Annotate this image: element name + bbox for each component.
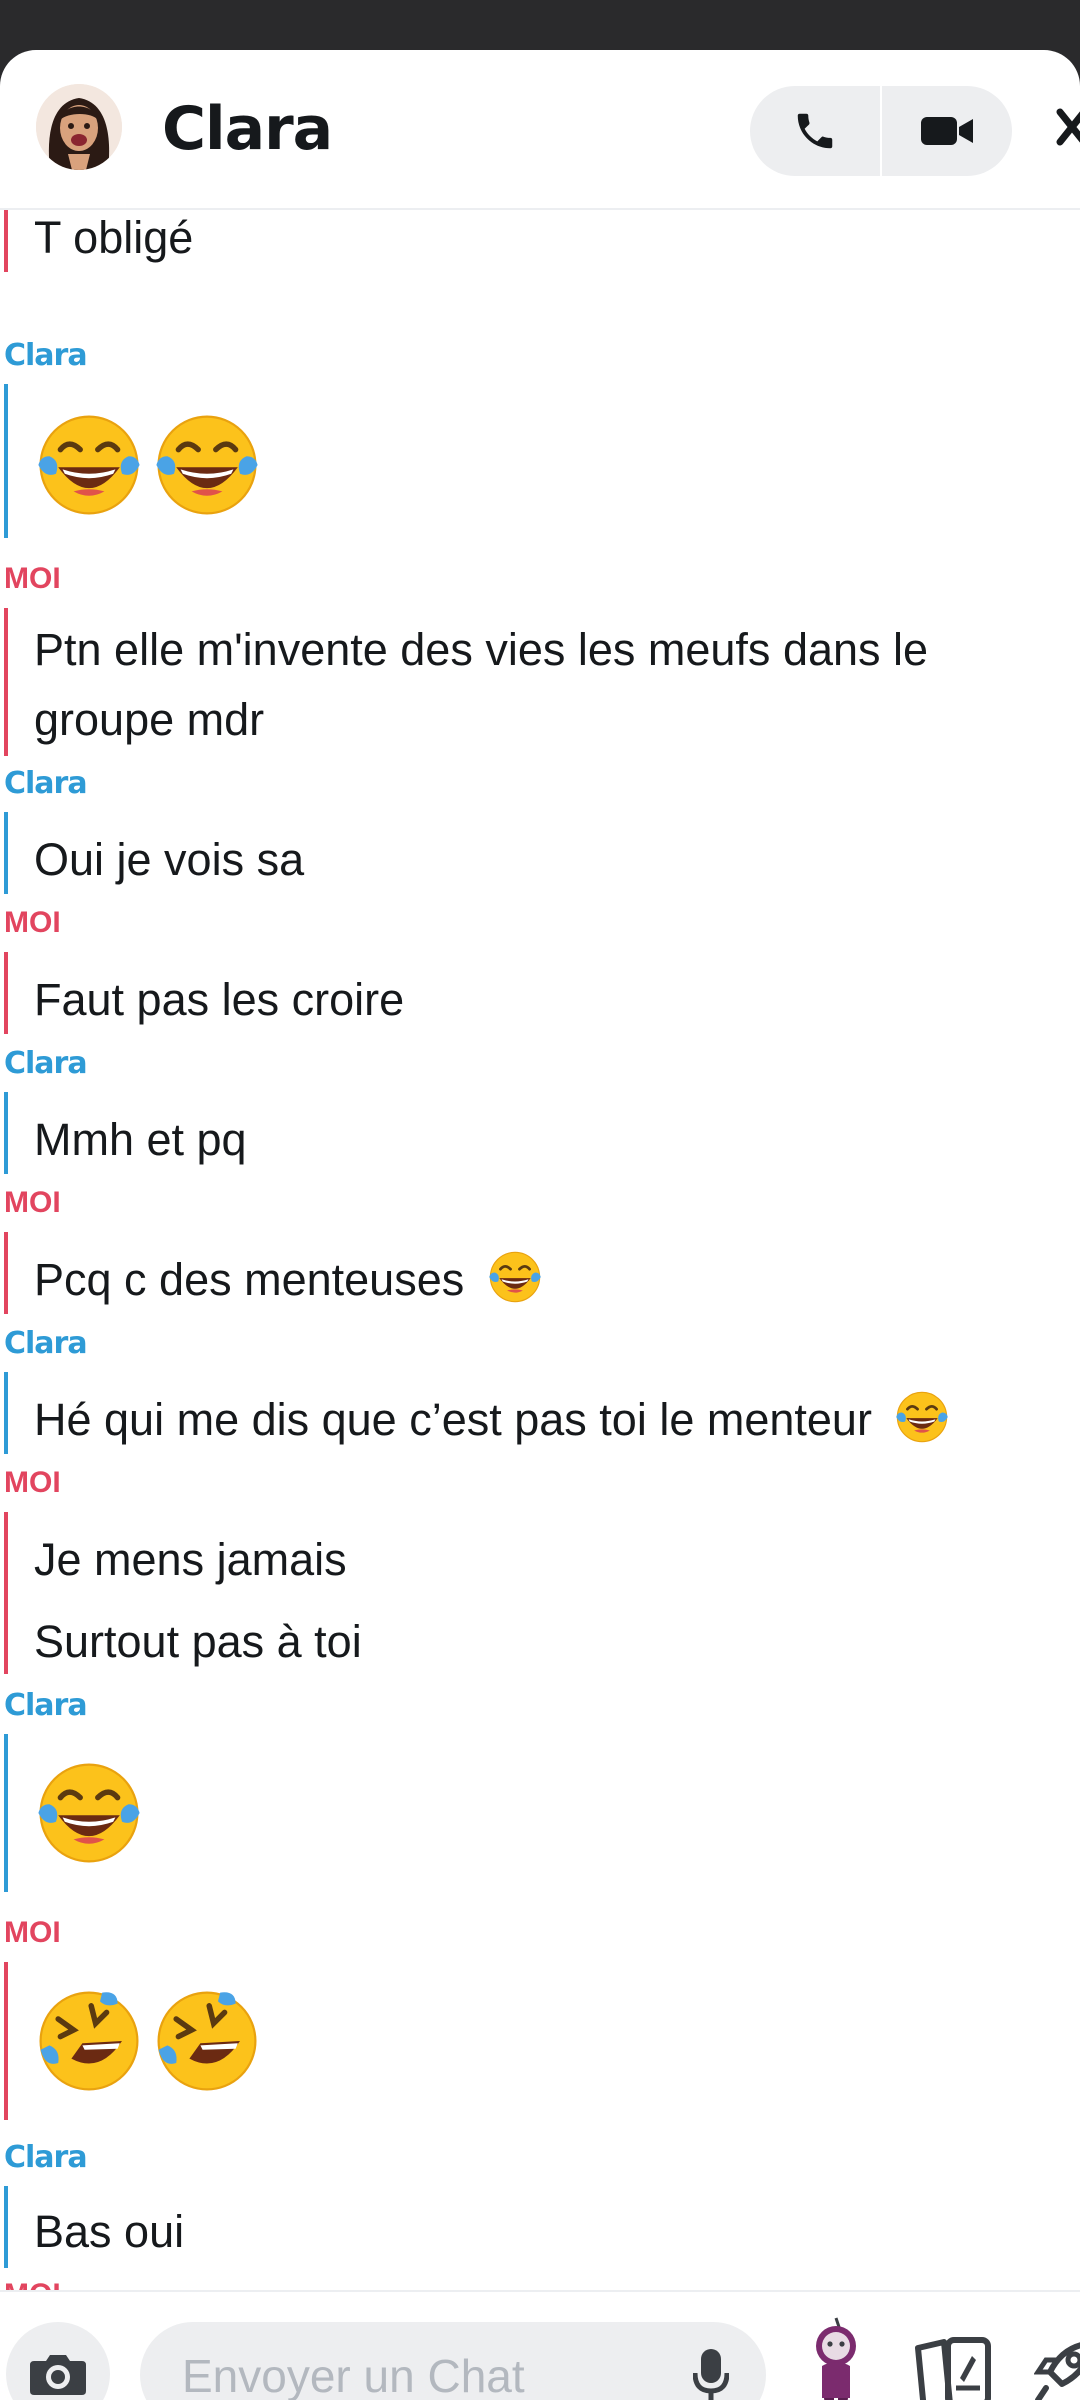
- message-text: Pcq c des menteuses: [34, 1246, 543, 1314]
- sender-label-clara: Clara: [4, 338, 88, 373]
- close-button[interactable]: [1052, 98, 1080, 158]
- contact-name[interactable]: Clara: [162, 94, 333, 164]
- message-bar-clara: [4, 812, 8, 894]
- microphone-icon: [693, 2349, 729, 2400]
- sender-label-moi: MOI: [4, 906, 61, 939]
- face-with-tears-of-joy-icon: [895, 1390, 950, 1444]
- sender-label-moi: MOI: [4, 2278, 61, 2290]
- message-text-content: Hé qui me dis que c’est pas toi le mente…: [34, 1394, 872, 1445]
- message-text: Faut pas les croire: [34, 974, 405, 1025]
- phone-icon: [797, 113, 833, 149]
- composer-bar: [0, 2290, 1080, 2400]
- sender-label-clara: Clara: [4, 1326, 88, 1361]
- message-bar-clara: [4, 1372, 8, 1454]
- message-text: Bas oui: [34, 2206, 185, 2257]
- microphone-button[interactable]: [678, 2342, 744, 2400]
- sender-label-clara: Clara: [4, 1688, 88, 1723]
- video-camera-icon: [921, 117, 973, 145]
- message-bar-moi: [4, 210, 8, 272]
- message-list[interactable]: T obligé Clara MOI Ptn elle m'invente de…: [0, 210, 1080, 2290]
- face-with-tears-of-joy-icon: [34, 1758, 144, 1868]
- face-with-tears-of-joy-icon: [487, 1250, 542, 1304]
- message-text-content: Pcq c des menteuses: [34, 1254, 465, 1305]
- message-text: Hé qui me dis que c’est pas toi le mente…: [34, 1386, 950, 1454]
- call-button-group: [750, 86, 1012, 176]
- message-emoji-row: [34, 1986, 262, 2101]
- message-text: Mmh et pq: [34, 1114, 247, 1165]
- rocket-icon: [1033, 2342, 1080, 2400]
- message-bar-clara: [4, 384, 8, 538]
- chat-header: Clara: [0, 50, 1080, 210]
- chat-input[interactable]: [180, 2342, 664, 2400]
- message-bar-clara: [4, 1734, 8, 1892]
- sender-label-clara: Clara: [4, 1046, 88, 1081]
- message-text: Surtout pas à toi: [34, 1616, 362, 1667]
- message-bar-moi: [4, 1512, 8, 1674]
- sender-label-clara: Clara: [4, 2140, 88, 2175]
- rolling-on-the-floor-laughing-icon: [34, 1986, 144, 2096]
- message-bar-moi: [4, 1232, 8, 1314]
- sender-label-moi: MOI: [4, 1186, 61, 1219]
- games-rocket-button[interactable]: [1033, 2328, 1080, 2400]
- chat-sheet: Clara T obligé Clara MOI Ptn elle m'inve…: [0, 50, 1080, 2400]
- message-text: Je mens jamais: [34, 1534, 347, 1585]
- audio-call-button[interactable]: [750, 86, 880, 176]
- face-with-tears-of-joy-icon: [34, 410, 144, 520]
- face-with-tears-of-joy-icon: [152, 410, 262, 520]
- chat-input-container: [140, 2322, 766, 2400]
- message-text: T obligé: [34, 212, 194, 263]
- status-bar: [0, 0, 1080, 50]
- avatar[interactable]: [36, 84, 122, 170]
- bitmoji-sticker-icon: [816, 2317, 856, 2400]
- message-bar-clara: [4, 2186, 8, 2268]
- message-emoji-row: [34, 1758, 144, 1873]
- sender-label-clara: Clara: [4, 766, 88, 801]
- message-bar-clara: [4, 1092, 8, 1174]
- sender-label-moi: MOI: [4, 1916, 61, 1949]
- camera-icon: [30, 2355, 86, 2395]
- message-bar-moi: [4, 1962, 8, 2120]
- message-emoji-row: [34, 410, 262, 525]
- sender-label-moi: MOI: [4, 1466, 61, 1499]
- message-text: Oui je vois sa: [34, 834, 305, 885]
- camera-button[interactable]: [6, 2322, 110, 2400]
- message-bar-moi: [4, 608, 8, 756]
- bitmoji-avatar-icon: [36, 84, 122, 170]
- message-text: groupe mdr: [34, 694, 265, 745]
- rolling-on-the-floor-laughing-icon: [152, 1986, 262, 2096]
- message-text: Ptn elle m'invente des vies les meufs da…: [34, 624, 929, 675]
- close-icon: [1056, 108, 1080, 146]
- bitmoji-sticker-button[interactable]: [806, 2314, 866, 2400]
- video-call-button[interactable]: [882, 86, 1012, 176]
- cards-button[interactable]: [912, 2328, 998, 2400]
- message-bar-moi: [4, 952, 8, 1034]
- sender-label-moi: MOI: [4, 562, 61, 595]
- cards-icon: [915, 2337, 991, 2400]
